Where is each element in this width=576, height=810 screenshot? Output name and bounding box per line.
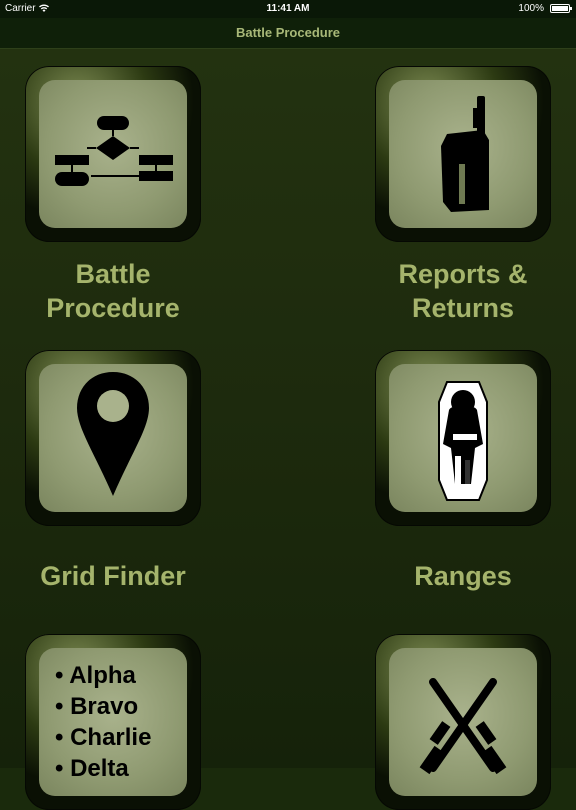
menu-grid: Battle Procedure Reports & Returns Grid … (0, 49, 576, 810)
battle-procedure-label: Battle Procedure (46, 259, 180, 323)
radio-icon (441, 96, 489, 212)
battery-percent: 100% (518, 3, 544, 14)
status-bar: Carrier 11:41 AM 100% (0, 0, 576, 18)
phonetic-alphabet-button[interactable]: • Alpha • Bravo • Charlie • Delta (25, 634, 201, 810)
soldier-target-icon (438, 381, 488, 501)
reports-returns-button[interactable] (375, 66, 551, 242)
crossed-rifles-icon (419, 678, 507, 775)
ranges-button[interactable] (375, 350, 551, 526)
reports-returns-label: Reports & Returns (398, 259, 528, 323)
status-time: 11:41 AM (266, 3, 310, 14)
battery-icon (550, 4, 572, 13)
map-pin-icon (77, 372, 149, 496)
battle-procedure-button[interactable] (25, 66, 201, 242)
navigation-bar: Battle Procedure (0, 18, 576, 49)
phonetic-list: • Alpha • Bravo • Charlie • Delta (55, 662, 152, 782)
flowchart-icon (55, 116, 173, 186)
grid-finder-label: Grid Finder (40, 561, 186, 591)
grid-finder-button[interactable] (25, 350, 201, 526)
weapons-button[interactable] (375, 634, 551, 810)
ranges-label: Ranges (414, 561, 512, 591)
phonetic-alphabet-icon: • Alpha • Bravo • Charlie • Delta (39, 648, 187, 796)
page-title: Battle Procedure (235, 25, 341, 40)
